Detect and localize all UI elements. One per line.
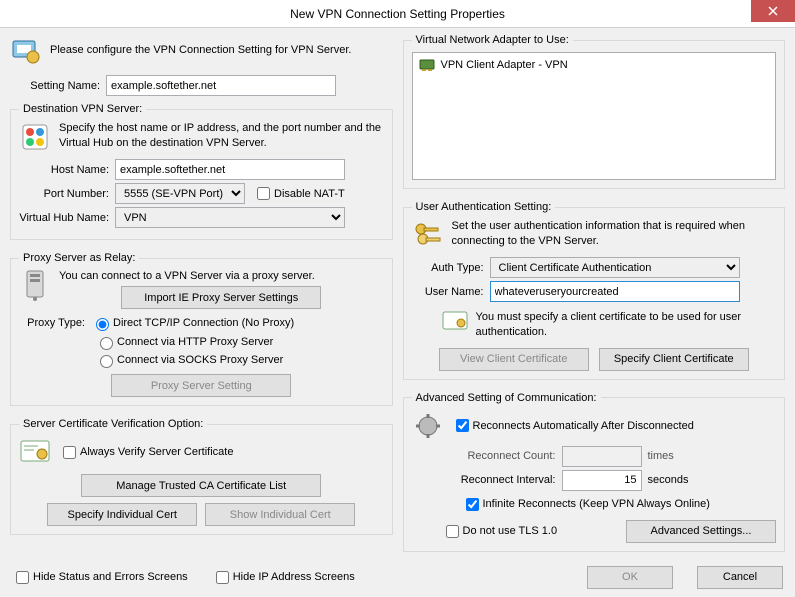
server-icon xyxy=(19,121,51,153)
titlebar: New VPN Connection Setting Properties xyxy=(0,0,795,28)
adapter-item-label: VPN Client Adapter - VPN xyxy=(441,59,568,71)
no-tls-checkbox[interactable] xyxy=(446,525,459,538)
adapter-legend: Virtual Network Adapter to Use: xyxy=(412,34,573,46)
user-name-input[interactable] xyxy=(490,281,740,302)
reconnect-interval-input[interactable] xyxy=(562,470,642,491)
auth-legend: User Authentication Setting: xyxy=(412,201,556,213)
auth-type-select[interactable]: Client Certificate Authentication xyxy=(490,257,740,278)
port-select[interactable]: 5555 (SE-VPN Port) xyxy=(115,183,245,204)
host-label: Host Name: xyxy=(19,164,115,176)
destination-legend: Destination VPN Server: xyxy=(19,103,146,115)
cancel-button[interactable]: Cancel xyxy=(697,566,783,589)
hide-status-checkbox[interactable] xyxy=(16,571,29,584)
user-name-label: User Name: xyxy=(412,286,490,298)
view-client-cert-button[interactable]: View Client Certificate xyxy=(439,348,589,371)
proxy-group: Proxy Server as Relay: You can connect t… xyxy=(10,252,393,406)
proxy-setting-button[interactable]: Proxy Server Setting xyxy=(111,374,291,397)
cert-icon xyxy=(19,436,51,468)
advanced-legend: Advanced Setting of Communication: xyxy=(412,392,601,404)
proxy-legend: Proxy Server as Relay: xyxy=(19,252,139,264)
wizard-icon xyxy=(10,34,42,66)
show-cert-button[interactable]: Show Individual Cert xyxy=(205,503,355,526)
proxy-radio-http[interactable]: Connect via HTTP Proxy Server xyxy=(95,334,273,350)
reconnect-count-input xyxy=(562,446,642,467)
manage-ca-button[interactable]: Manage Trusted CA Certificate List xyxy=(81,474,321,497)
hide-status-label[interactable]: Hide Status and Errors Screens xyxy=(12,568,188,587)
auth-must-text: You must specify a client certificate to… xyxy=(476,310,777,340)
setting-name-input[interactable] xyxy=(106,75,336,96)
hide-ip-label[interactable]: Hide IP Address Screens xyxy=(212,568,355,587)
close-button[interactable] xyxy=(751,0,795,22)
always-verify-label[interactable]: Always Verify Server Certificate xyxy=(59,443,233,462)
ok-button[interactable]: OK xyxy=(587,566,673,589)
advanced-settings-button[interactable]: Advanced Settings... xyxy=(626,520,776,543)
close-icon xyxy=(768,6,778,16)
specify-client-cert-button[interactable]: Specify Client Certificate xyxy=(599,348,749,371)
reconnect-count-unit: times xyxy=(648,450,674,462)
reconnect-count-label: Reconnect Count: xyxy=(452,450,562,462)
reconnect-interval-label: Reconnect Interval: xyxy=(452,474,562,486)
disable-natt-label[interactable]: Disable NAT-T xyxy=(253,184,345,203)
window-title: New VPN Connection Setting Properties xyxy=(0,7,795,21)
proxy-radio-direct[interactable]: Direct TCP/IP Connection (No Proxy) xyxy=(91,315,294,331)
setting-name-label: Setting Name: xyxy=(10,80,106,92)
reconnect-auto-label[interactable]: Reconnects Automatically After Disconnec… xyxy=(452,416,694,435)
destination-group: Destination VPN Server: Specify the host… xyxy=(10,103,393,240)
specify-cert-button[interactable]: Specify Individual Cert xyxy=(47,503,197,526)
host-input[interactable] xyxy=(115,159,345,180)
adapter-group: Virtual Network Adapter to Use: VPN Clie… xyxy=(403,34,786,189)
cert-legend: Server Certificate Verification Option: xyxy=(19,418,207,430)
infinite-reconnect-checkbox[interactable] xyxy=(466,498,479,511)
auth-group: User Authentication Setting: Set the use… xyxy=(403,201,786,380)
gear-icon xyxy=(412,410,444,442)
always-verify-checkbox[interactable] xyxy=(63,446,76,459)
nic-icon xyxy=(419,58,435,72)
hide-ip-checkbox[interactable] xyxy=(216,571,229,584)
import-ie-proxy-button[interactable]: Import IE Proxy Server Settings xyxy=(121,286,321,309)
keys-icon xyxy=(412,219,444,251)
auth-desc: Set the user authentication information … xyxy=(452,219,777,251)
advanced-group: Advanced Setting of Communication: Recon… xyxy=(403,392,786,552)
cert-small-icon xyxy=(442,310,468,332)
reconnect-interval-unit: seconds xyxy=(648,474,689,486)
cert-group: Server Certificate Verification Option: … xyxy=(10,418,393,535)
no-tls-label[interactable]: Do not use TLS 1.0 xyxy=(442,522,617,541)
reconnect-auto-checkbox[interactable] xyxy=(456,419,469,432)
hub-label: Virtual Hub Name: xyxy=(19,212,115,224)
hub-select[interactable]: VPN xyxy=(115,207,345,228)
infinite-reconnect-label[interactable]: Infinite Reconnects (Keep VPN Always Onl… xyxy=(462,495,777,514)
proxy-type-label: Proxy Type: xyxy=(19,317,91,329)
adapter-list[interactable]: VPN Client Adapter - VPN xyxy=(412,52,777,180)
auth-type-label: Auth Type: xyxy=(412,262,490,274)
port-label: Port Number: xyxy=(19,188,115,200)
proxy-icon xyxy=(19,270,51,302)
intro-text: Please configure the VPN Connection Sett… xyxy=(50,44,351,56)
proxy-desc: You can connect to a VPN Server via a pr… xyxy=(59,270,384,282)
destination-desc: Specify the host name or IP address, and… xyxy=(59,121,384,153)
proxy-radio-socks[interactable]: Connect via SOCKS Proxy Server xyxy=(95,352,283,368)
adapter-item[interactable]: VPN Client Adapter - VPN xyxy=(417,57,772,73)
disable-natt-checkbox[interactable] xyxy=(257,187,270,200)
